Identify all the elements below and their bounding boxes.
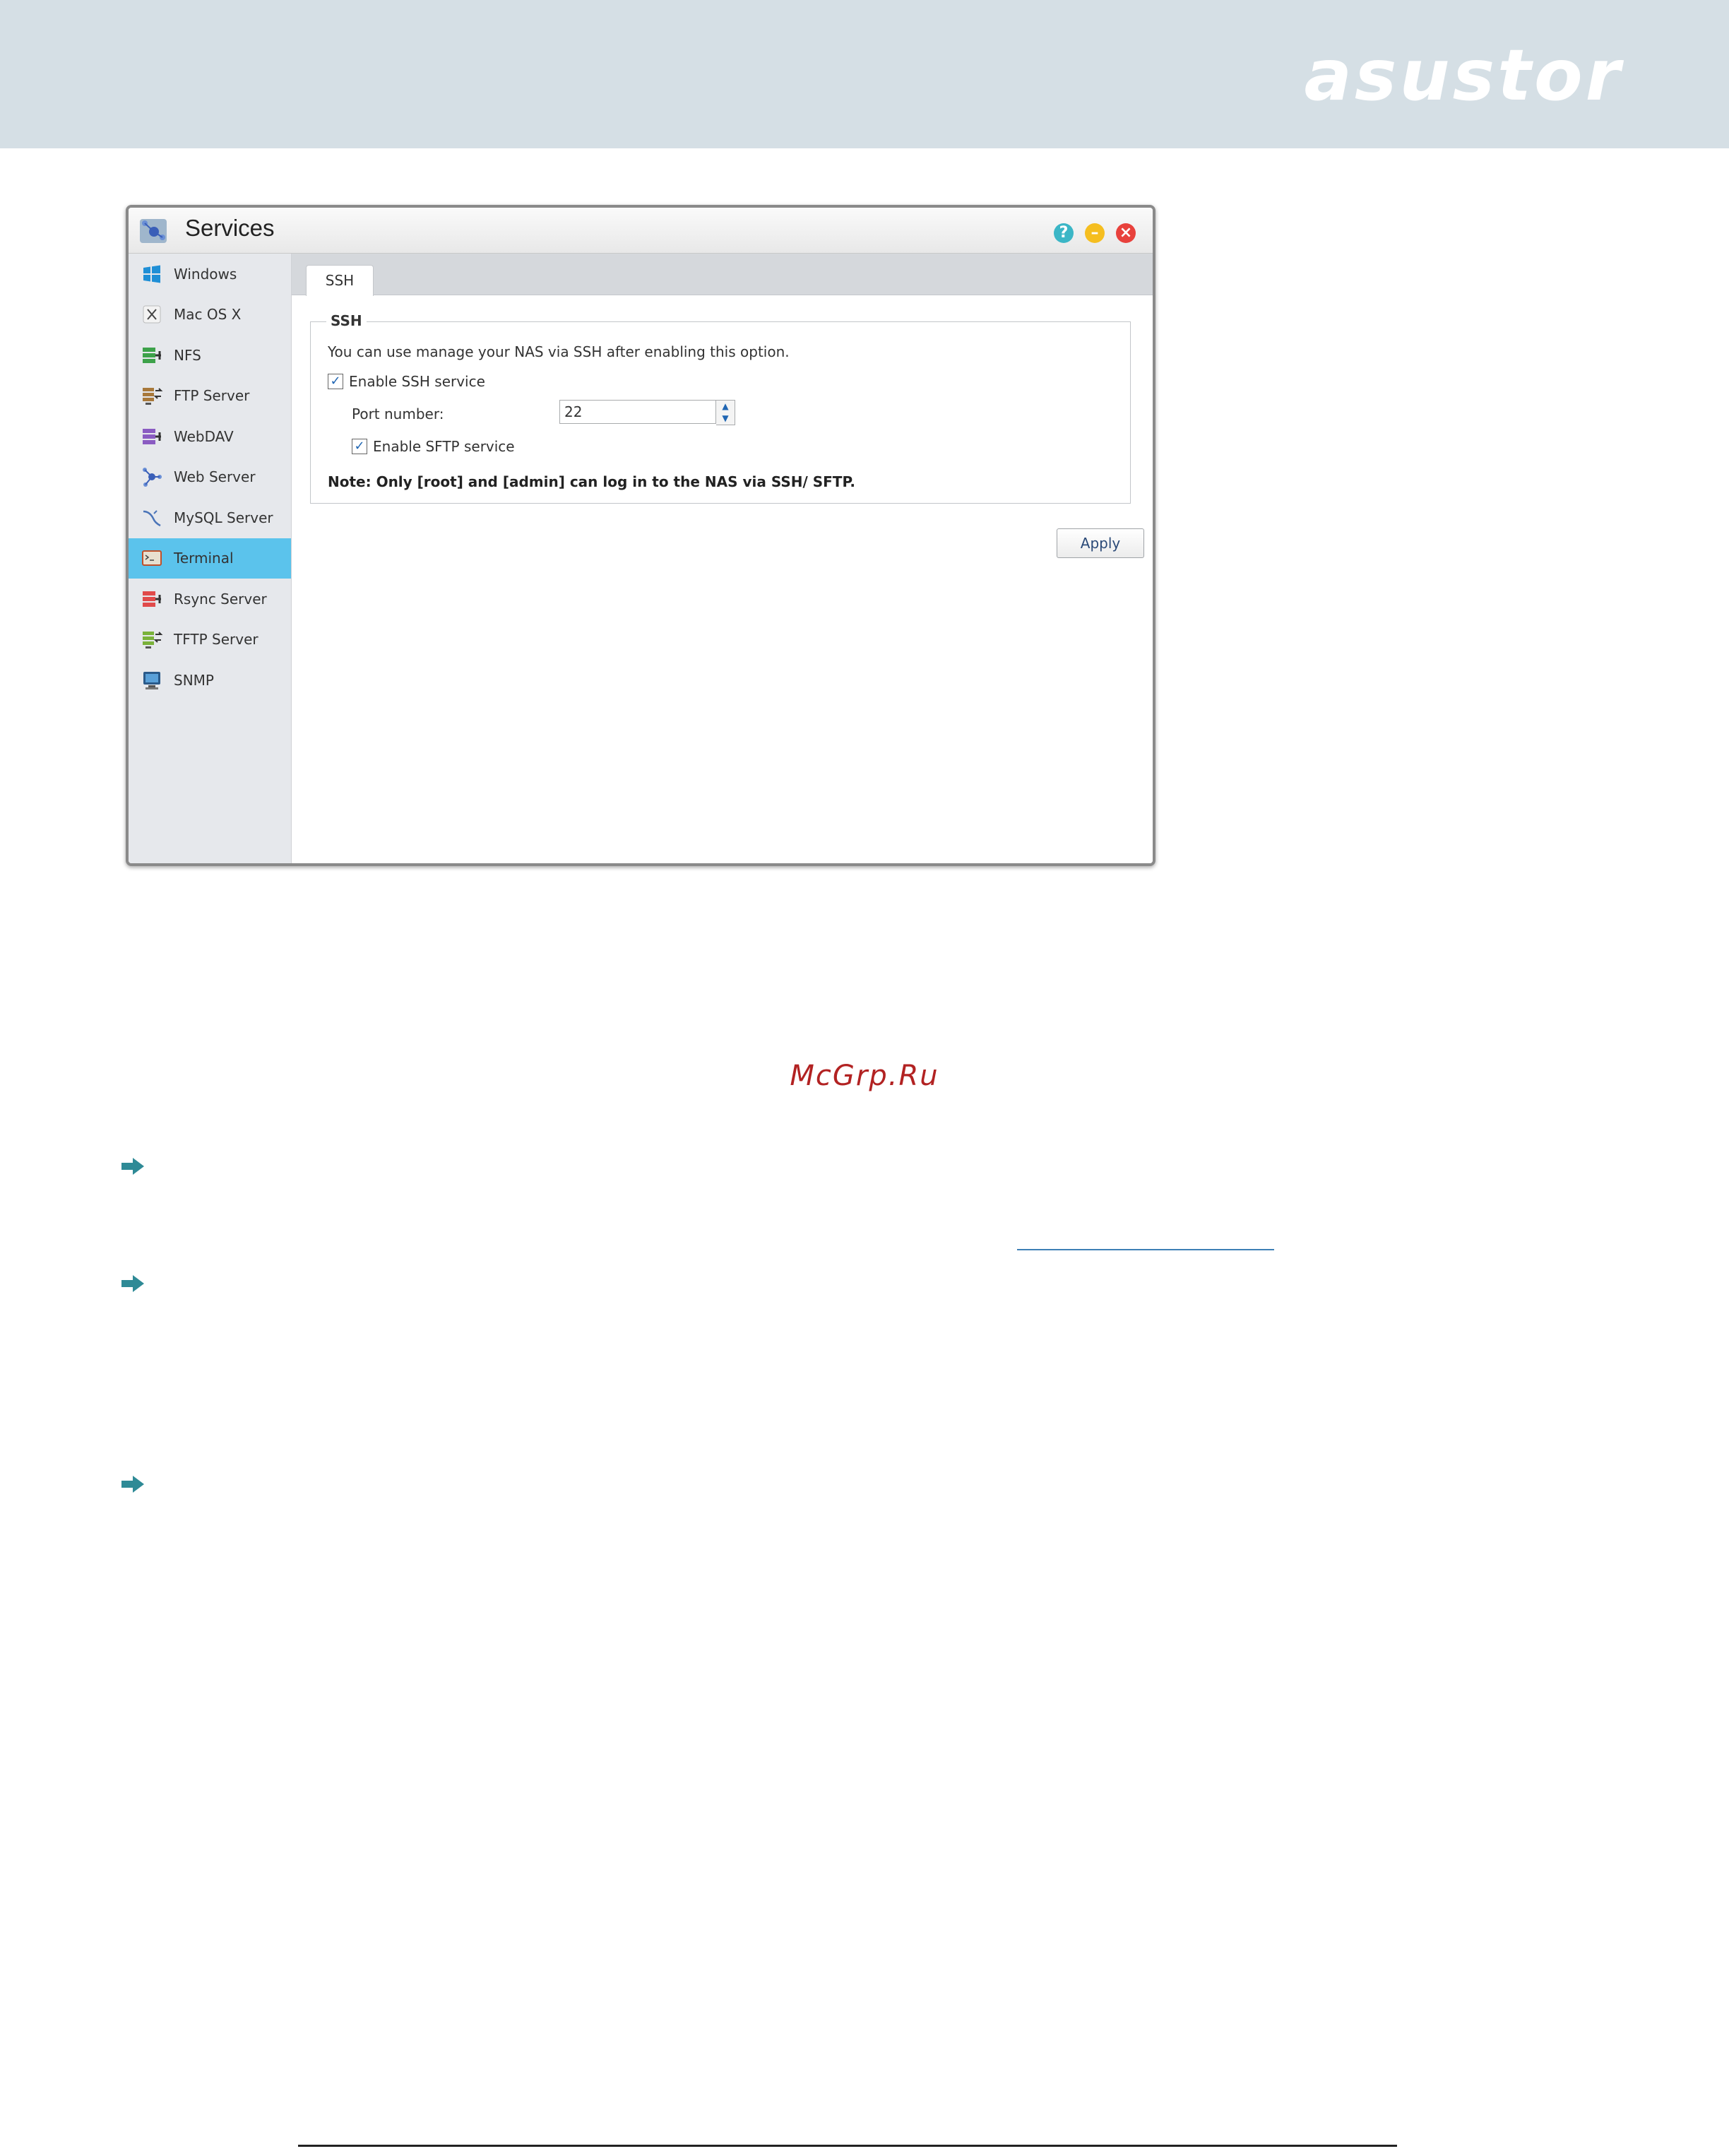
close-button[interactable]: ×	[1116, 223, 1136, 243]
sidebar-item-label: MySQL Server	[174, 509, 273, 526]
web-server-icon	[143, 468, 162, 487]
arrow-bullet-icon	[121, 1158, 144, 1175]
sidebar-item-label: Mac OS X	[174, 306, 242, 324]
ssh-description: You can use manage your NAS via SSH afte…	[328, 343, 790, 360]
sidebar-item-macosx[interactable]: Mac OS X	[129, 295, 291, 336]
tftp-server-icon	[143, 632, 163, 649]
ssh-note: Note: Only [root] and [admin] can log in…	[328, 473, 856, 490]
services-window: Services ? – × Windows Mac OS X NFS FTP …	[126, 205, 1155, 866]
footer-divider	[298, 2145, 1397, 2147]
sidebar-item-webdav[interactable]: WebDAV	[129, 416, 291, 457]
macosx-icon	[143, 305, 161, 324]
enable-ssh-row[interactable]: ✓ Enable SSH service	[328, 373, 485, 390]
ssh-legend: SSH	[326, 312, 367, 329]
chevron-up-icon[interactable]: ▲	[716, 401, 735, 413]
port-number-label: Port number:	[352, 405, 444, 422]
arrow-bullet-icon	[121, 1476, 144, 1493]
ftp-server-icon	[143, 388, 163, 405]
sidebar-item-web-server[interactable]: Web Server	[129, 457, 291, 498]
enable-sftp-checkbox[interactable]: ✓	[352, 439, 367, 454]
terminal-icon	[142, 550, 162, 567]
webdav-icon	[143, 428, 161, 444]
help-button[interactable]: ?	[1054, 223, 1074, 243]
rsync-server-icon	[143, 591, 161, 607]
watermark-text: McGrp.Ru	[790, 1060, 939, 1092]
header-band: asustor	[0, 0, 1729, 148]
minimize-button[interactable]: –	[1085, 223, 1105, 243]
sidebar-item-label: FTP Server	[174, 387, 250, 405]
main-panel: SSH SSH You can use manage your NAS via …	[292, 254, 1153, 863]
sidebar-item-label: Rsync Server	[174, 590, 267, 608]
nfs-icon	[143, 347, 161, 363]
port-number-input[interactable]	[559, 400, 716, 424]
asustor-logo: asustor	[1304, 34, 1623, 117]
window-titlebar[interactable]: Services ? – ×	[129, 208, 1153, 254]
sidebar-item-rsync-server[interactable]: Rsync Server	[129, 579, 291, 620]
sidebar-item-snmp[interactable]: SNMP	[129, 660, 291, 701]
sidebar-item-mysql-server[interactable]: MySQL Server	[129, 497, 291, 538]
sidebar-item-label: WebDAV	[174, 427, 234, 445]
enable-sftp-row[interactable]: ✓ Enable SFTP service	[352, 438, 515, 455]
port-number-stepper[interactable]: ▲ ▼	[716, 400, 735, 425]
sidebar-item-terminal[interactable]: Terminal	[129, 538, 291, 579]
snmp-icon	[143, 671, 160, 689]
ssh-fieldset: SSH You can use manage your NAS via SSH …	[310, 312, 1131, 504]
sidebar-item-label: NFS	[174, 346, 201, 364]
windows-icon	[143, 265, 160, 283]
link-underline	[1017, 1249, 1274, 1250]
sidebar-item-label: SNMP	[174, 671, 214, 689]
mysql-server-icon	[143, 510, 161, 526]
sidebar-item-nfs[interactable]: NFS	[129, 335, 291, 376]
sidebar-item-label: TFTP Server	[174, 631, 259, 648]
chevron-down-icon[interactable]: ▼	[716, 413, 735, 425]
sidebar-item-windows[interactable]: Windows	[129, 254, 291, 295]
apply-button[interactable]: Apply	[1057, 528, 1144, 558]
services-icon	[140, 219, 167, 243]
sidebar-item-label: Web Server	[174, 468, 256, 486]
tab-ssh[interactable]: SSH	[306, 265, 374, 296]
tab-strip: SSH	[292, 254, 1153, 296]
services-sidebar: Windows Mac OS X NFS FTP Server WebDAV W…	[129, 254, 292, 863]
enable-sftp-label: Enable SFTP service	[373, 438, 515, 455]
enable-ssh-label: Enable SSH service	[349, 373, 485, 390]
sidebar-item-label: Windows	[174, 265, 237, 283]
sidebar-item-label: Terminal	[174, 550, 234, 567]
window-title: Services	[185, 215, 275, 241]
sidebar-item-ftp-server[interactable]: FTP Server	[129, 376, 291, 417]
arrow-bullet-icon	[121, 1275, 144, 1292]
sidebar-item-tftp-server[interactable]: TFTP Server	[129, 620, 291, 661]
enable-ssh-checkbox[interactable]: ✓	[328, 374, 343, 389]
